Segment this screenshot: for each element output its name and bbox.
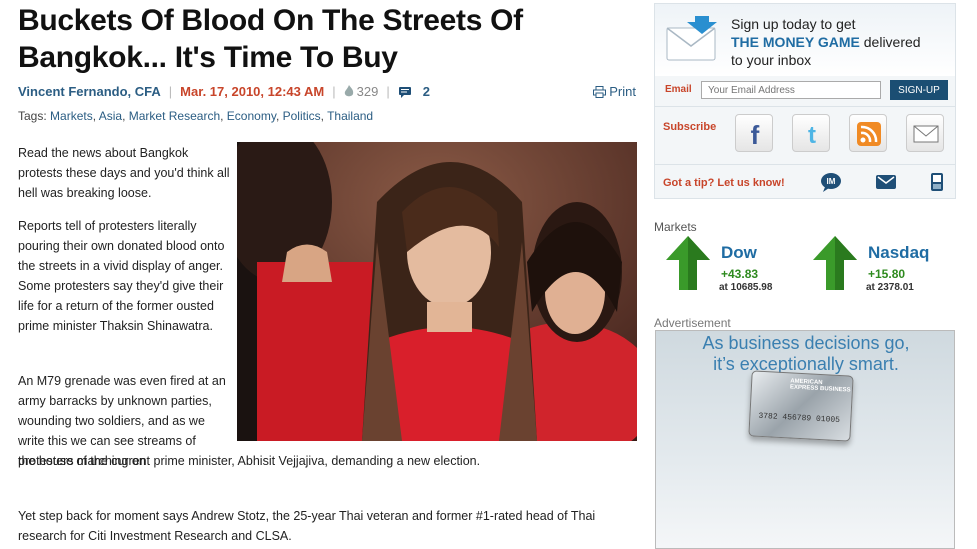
svg-text:t: t xyxy=(808,122,816,149)
email-input[interactable] xyxy=(701,81,881,99)
print-link[interactable]: Print xyxy=(593,83,636,101)
dow-change: +43.83 xyxy=(721,267,759,281)
rss-icon[interactable] xyxy=(849,114,887,152)
signup-button[interactable]: SIGN-UP xyxy=(890,80,948,100)
phone-tip-icon[interactable] xyxy=(927,172,947,197)
article: Buckets Of Blood On The Streets Of Bangk… xyxy=(0,0,645,549)
comment-count: 2 xyxy=(422,84,430,99)
tag-link[interactable]: Politics xyxy=(283,109,321,123)
tag-link[interactable]: Markets xyxy=(50,109,93,123)
view-count: 329 xyxy=(344,84,379,99)
ad-headline: As business decisions go, it’s exception… xyxy=(656,333,954,375)
newsletter-signup: Sign up today to get THE MONEY GAME deli… xyxy=(654,3,956,199)
ad-line2: it’s exceptionally smart. xyxy=(713,354,899,374)
signup-line1: Sign up today to get xyxy=(731,16,856,32)
credit-card-image: AMERICAN EXPRESS BUSINESS 3782 456789 01… xyxy=(748,370,854,442)
nasdaq-value: at 2378.01 xyxy=(866,282,914,293)
tags-label: Tags: xyxy=(18,109,47,123)
article-photo xyxy=(237,142,637,441)
view-count-value: 329 xyxy=(356,84,379,99)
twitter-icon[interactable]: t xyxy=(792,114,830,152)
meta-separator: | xyxy=(168,84,173,99)
tags-line: Tags: Markets, Asia, Market Research, Ec… xyxy=(18,109,374,123)
email-row: Email SIGN-UP xyxy=(665,80,950,100)
author-link[interactable]: Vincent Fernando, CFA xyxy=(18,84,161,99)
dow-value: at 10685.98 xyxy=(719,282,773,293)
tag-link[interactable]: Economy xyxy=(227,109,276,123)
email-icon[interactable] xyxy=(906,114,944,152)
tag-link[interactable]: Asia xyxy=(99,109,122,123)
tag-link[interactable]: Market Research xyxy=(129,109,220,123)
article-date: Mar. 17, 2010, 12:43 AM xyxy=(180,84,325,99)
sidebar: Sign up today to get THE MONEY GAME deli… xyxy=(654,0,977,549)
meta-separator: | xyxy=(332,84,336,99)
signup-line2: delivered xyxy=(859,34,921,50)
nasdaq-link[interactable]: Nasdaq xyxy=(868,243,929,263)
article-meta: Vincent Fernando, CFA | Mar. 17, 2010, 12:… xyxy=(18,83,638,101)
signup-header: Sign up today to get THE MONEY GAME deli… xyxy=(655,4,955,76)
envelope-icon xyxy=(666,16,717,61)
divider xyxy=(655,106,955,107)
print-label: Print xyxy=(609,84,636,99)
comment-icon xyxy=(398,87,411,98)
article-headline: Buckets Of Blood On The Streets Of Bangk… xyxy=(18,4,523,74)
ad-line1: As business decisions go, xyxy=(702,333,910,353)
article-paragraph: Reports tell of protesters literally pou… xyxy=(18,219,225,333)
signup-line3: to your inbox xyxy=(731,52,812,68)
article-paragraph: Read the news about Bangkok protests the… xyxy=(18,146,230,200)
advertisement-banner[interactable]: As business decisions go, it’s exception… xyxy=(655,330,955,549)
markets-label: Markets xyxy=(654,220,697,234)
up-arrow-icon xyxy=(666,236,710,290)
divider xyxy=(655,164,955,165)
dow-link[interactable]: Dow xyxy=(721,243,757,263)
im-label: IM xyxy=(827,177,836,186)
facebook-icon[interactable]: f xyxy=(735,114,773,152)
article-paragraph: Yet step back for moment says Andrew Sto… xyxy=(18,509,596,543)
svg-text:f: f xyxy=(751,120,760,150)
up-arrow-icon xyxy=(813,236,857,290)
article-paragraph-continued: the house of the current prime minister,… xyxy=(18,454,481,468)
signup-brand: THE MONEY GAME xyxy=(731,34,860,50)
subscribe-label: Subscribe xyxy=(663,121,717,133)
protesters-photo xyxy=(237,142,637,441)
email-label: Email xyxy=(665,84,692,95)
im-icon[interactable]: IM xyxy=(820,172,842,197)
tag-link[interactable]: Thailand xyxy=(327,109,373,123)
flame-icon xyxy=(344,85,353,97)
nasdaq-change: +15.80 xyxy=(868,267,906,281)
meta-separator: | xyxy=(386,84,390,99)
email-tip-icon[interactable] xyxy=(875,172,897,197)
card-number: 3782 456789 01005 xyxy=(758,411,841,426)
card-brand: AMERICAN EXPRESS BUSINESS xyxy=(789,378,851,394)
comments-link[interactable]: 2 xyxy=(398,84,430,99)
printer-icon xyxy=(593,86,607,98)
tip-label: Got a tip? Let us know! xyxy=(663,177,785,189)
signup-text: Sign up today to get THE MONEY GAME deli… xyxy=(731,15,921,69)
advertisement-label: Advertisement xyxy=(654,316,731,330)
